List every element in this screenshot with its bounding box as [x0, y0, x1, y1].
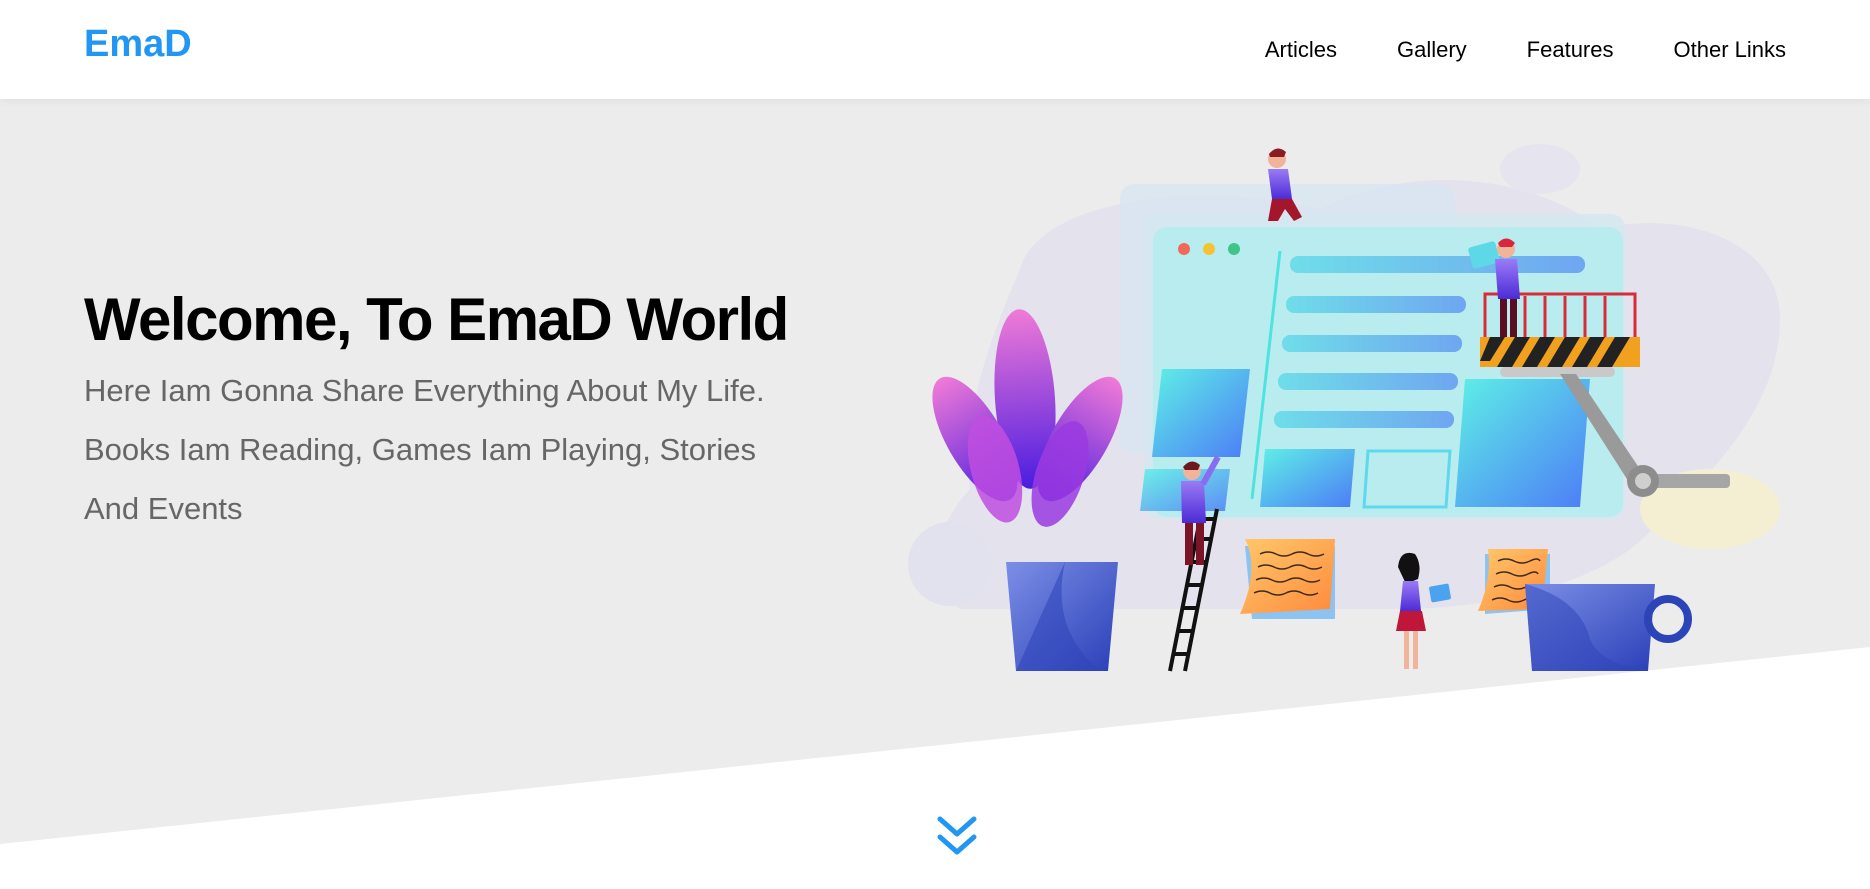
nav-link-articles[interactable]: Articles	[1235, 0, 1367, 99]
main-nav: Articles Gallery Features Other Links	[1235, 0, 1786, 99]
logo-link[interactable]: EmaD	[84, 24, 192, 64]
angles-down-icon[interactable]	[934, 815, 980, 861]
nav-link-features[interactable]: Features	[1497, 0, 1644, 99]
nav-link-other-links[interactable]: Other Links	[1644, 0, 1787, 99]
nav-link-gallery[interactable]: Gallery	[1367, 0, 1497, 99]
landing-text: Welcome, To EmaD World Here Iam Gonna Sh…	[84, 285, 804, 538]
landing-title: Welcome, To EmaD World	[84, 286, 789, 353]
header: EmaD Articles Gallery Features Other Lin…	[0, 0, 1870, 99]
landing-description: Here Iam Gonna Share Everything About My…	[84, 373, 765, 526]
landing-illustration	[908, 144, 1780, 672]
landing-section: Welcome, To EmaD World Here Iam Gonna Sh…	[0, 99, 1870, 889]
